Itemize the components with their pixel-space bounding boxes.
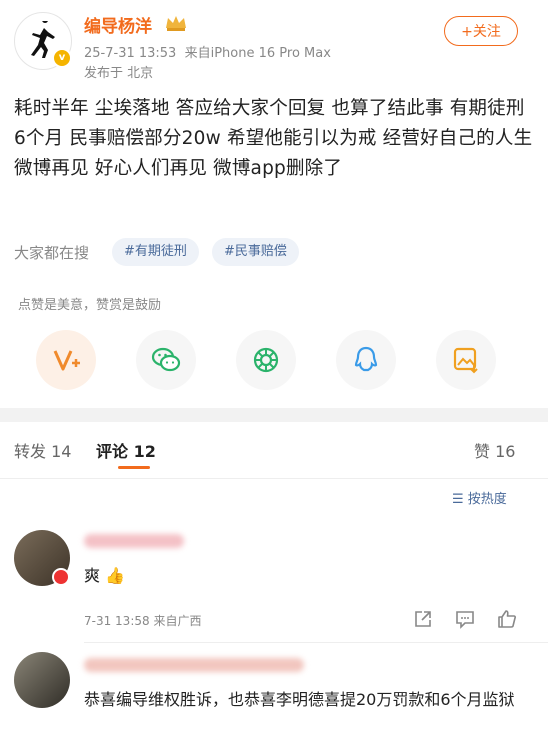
reply-comment-icon[interactable] (454, 608, 476, 630)
follow-button[interactable]: +关注 (444, 16, 518, 46)
reward-button[interactable] (36, 330, 96, 390)
moments-icon (253, 347, 279, 373)
commenter-name-blurred[interactable] (84, 658, 304, 672)
save-image-icon (453, 347, 478, 374)
author-name[interactable]: 编导杨洋 (84, 12, 152, 37)
tab-like[interactable]: 赞 16 (474, 438, 515, 462)
post-source: 来自iPhone 16 Pro Max (184, 46, 331, 61)
tab-repost[interactable]: 转发 14 (14, 438, 71, 462)
status-badge (52, 568, 70, 586)
sort-by-hot-button[interactable]: ☰ 按热度 (452, 488, 507, 507)
crown-icon (166, 16, 186, 31)
comment-text: 恭喜编导维权胜诉，也恭喜李明德喜提20万罚款和6个月监狱 (84, 690, 515, 709)
qq-icon (354, 346, 378, 372)
comment-text-content: 爽 (84, 566, 101, 585)
verified-badge: v (52, 48, 72, 68)
share-qq-button[interactable] (336, 330, 396, 390)
comment-text: 爽 👍 (84, 562, 125, 586)
active-tab-indicator (118, 466, 150, 469)
commenter-avatar[interactable] (14, 652, 70, 708)
tab-comment[interactable]: 评论 12 (96, 438, 156, 462)
sort-label: 按热度 (467, 492, 507, 507)
wechat-icon (151, 347, 181, 372)
hashtag-chip[interactable]: #有期徒刑 (112, 238, 199, 266)
post-location: 发布于 北京 (84, 66, 154, 81)
tabs-divider (0, 478, 548, 479)
reward-hint: 点赞是美意，赞赏是鼓励 (18, 298, 162, 313)
section-divider (0, 408, 548, 422)
comment-divider (84, 642, 548, 643)
share-comment-icon[interactable] (412, 608, 434, 630)
post-text: 耗时半年 尘埃落地 答应给大家个回复 也算了结此事 有期徒刑6个月 民事赔偿部分… (14, 98, 533, 179)
trending-label: 大家都在搜 (14, 244, 90, 262)
share-wechat-button[interactable] (136, 330, 196, 390)
share-moments-button[interactable] (236, 330, 296, 390)
sort-icon: ☰ (452, 492, 464, 507)
post-timestamp: 25-7-31 13:53 (84, 46, 177, 61)
post-meta: 25-7-31 13:53 来自iPhone 16 Pro Max (84, 42, 331, 61)
commenter-name-blurred[interactable] (84, 534, 184, 548)
hashtag-chip[interactable]: #民事赔偿 (212, 238, 299, 266)
comment-timestamp: 7-31 13:58 来自广西 (84, 614, 202, 628)
save-image-button[interactable] (436, 330, 496, 390)
reward-v-icon (53, 350, 80, 371)
like-comment-icon[interactable] (496, 608, 518, 630)
thumbs-up-emoji-icon: 👍 (105, 566, 126, 585)
